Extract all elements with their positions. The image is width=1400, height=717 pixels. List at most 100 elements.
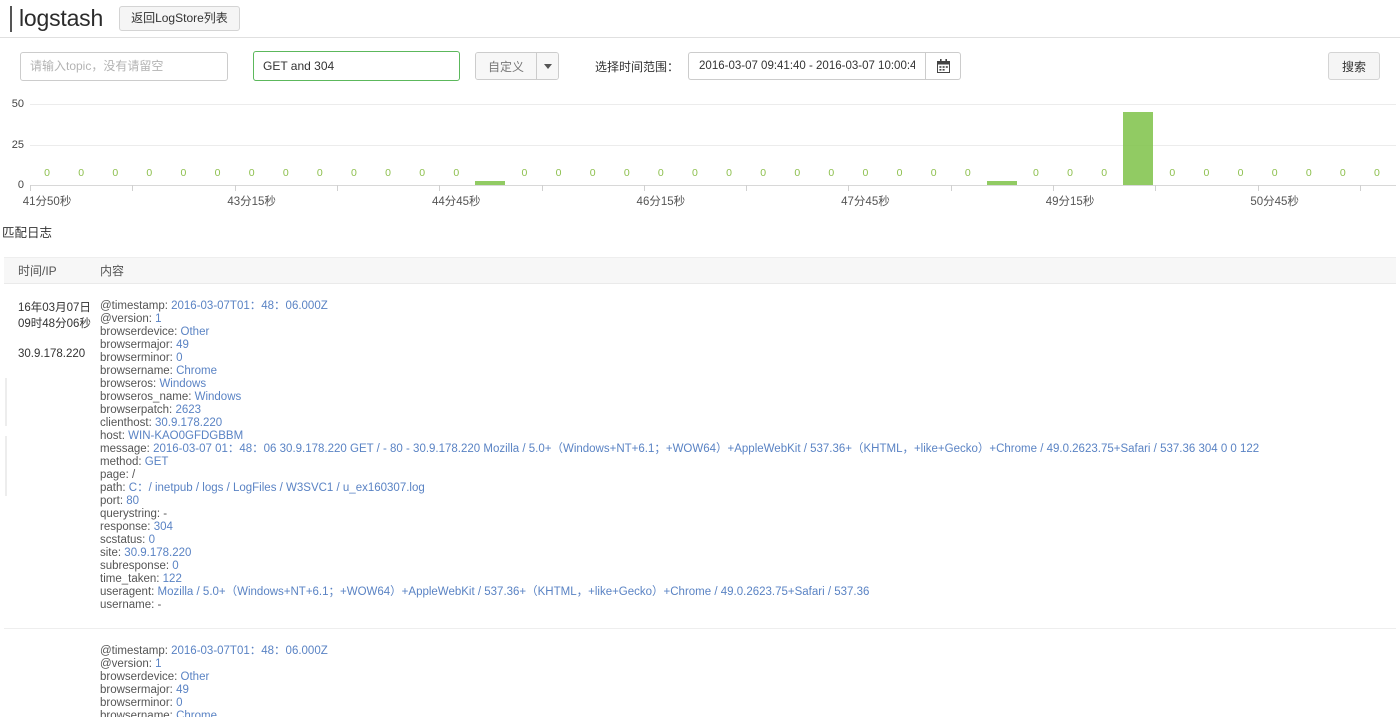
scroll-rail-top xyxy=(5,378,7,426)
chart-bar-value-label: 0 xyxy=(555,167,562,179)
chart-bar-value-label: 0 xyxy=(180,167,187,179)
table-row[interactable]: 16年03月07日 09时48分06秒 30.9.178.220 @timestamp… xyxy=(4,284,1396,629)
log-field-value[interactable]: 0 xyxy=(149,534,155,546)
log-field-key: browserdevice: xyxy=(100,671,181,683)
log-field-key: path: xyxy=(100,482,129,494)
log-field-value[interactable]: 2623 xyxy=(175,404,201,416)
search-toolbar: 自定义 选择时间范围： 搜索 xyxy=(0,38,1400,94)
x-axis-tick-label: 46分15秒 xyxy=(636,196,686,208)
log-field-value[interactable]: Chrome xyxy=(176,710,217,717)
query-input[interactable] xyxy=(253,51,460,81)
log-field: browserdevice: Other xyxy=(100,671,328,684)
y-axis-tick-label: 25 xyxy=(11,138,24,151)
chart-bar[interactable] xyxy=(1123,112,1154,185)
search-button[interactable]: 搜索 xyxy=(1327,52,1380,80)
time-range-input[interactable] xyxy=(688,52,926,80)
x-axis-minor-tick-mark xyxy=(746,185,748,191)
log-field-key: browserminor: xyxy=(100,352,177,364)
log-field-value[interactable]: C：/ inetpub / logs / LogFiles / W3SVC1 /… xyxy=(129,482,425,494)
log-field-value[interactable]: 2016-03-07T01：48：06.000Z xyxy=(171,645,328,657)
chart-bar-value-label: 0 xyxy=(1169,167,1176,179)
log-field: @timestamp: 2016-03-07T01：48：06.000Z xyxy=(100,645,328,658)
log-field-key: subresponse: xyxy=(100,560,173,572)
log-field-value[interactable]: Mozilla / 5.0+（Windows+NT+6.1；+WOW64）+Ap… xyxy=(158,586,870,598)
log-field: @version: 1 xyxy=(100,658,328,671)
log-field-value[interactable]: Chrome xyxy=(176,365,217,377)
x-axis-tick-mark xyxy=(234,185,236,191)
log-field-value[interactable]: 30.9.178.220 xyxy=(155,417,222,429)
log-field-value[interactable]: 0 xyxy=(176,352,182,364)
table-row[interactable]: @timestamp: 2016-03-07T01：48：06.000Z @ver… xyxy=(4,629,1396,717)
log-field-value[interactable]: Windows xyxy=(159,378,206,390)
chart-bar-value-label: 0 xyxy=(78,167,85,179)
log-field-key: @version: xyxy=(100,313,156,325)
chart-bar[interactable] xyxy=(986,181,1017,185)
chart-bar-value-label: 0 xyxy=(1067,167,1073,179)
log-field-value[interactable]: 0 xyxy=(172,560,178,572)
chart-bar-value-label: 0 xyxy=(760,167,767,179)
log-field-value[interactable]: WIN-KAO0GFDGBBM xyxy=(128,430,243,442)
log-field-value[interactable]: 122 xyxy=(163,573,182,585)
log-field-value[interactable]: 1 xyxy=(155,658,161,670)
log-field-value[interactable]: 80 xyxy=(126,495,139,507)
app-header: logstash 返回LogStore列表 xyxy=(0,0,1400,38)
log-field: browserpatch: 2623 xyxy=(100,404,1259,417)
log-field: browsermajor: 49 xyxy=(100,339,1259,352)
log-field-value[interactable]: 30.9.178.220 xyxy=(124,547,191,559)
log-field-value[interactable]: 2016-03-07T01：48：06.000Z xyxy=(171,300,328,312)
log-field: time_taken: 122 xyxy=(100,573,1259,586)
log-field: browseros: Windows xyxy=(100,378,1259,391)
log-field-value[interactable]: 2016-03-07 01：48：06 30.9.178.220 GET / -… xyxy=(153,443,1259,455)
chart-bar-value-label: 0 xyxy=(1203,167,1210,179)
chart-bar-value-label: 0 xyxy=(589,167,596,179)
log-field-value[interactable]: 49 xyxy=(176,684,189,696)
log-field: browserminor: 0 xyxy=(100,697,328,710)
log-field: scstatus: 0 xyxy=(100,534,1259,547)
log-content-cell: @timestamp: 2016-03-07T01：48：06.000Z @ver… xyxy=(96,645,328,717)
histogram-plot-area[interactable]: 0 25 50 0 0 0 0 0 0 0 0 0 0 0 0 0 0 0 0 0 0 0 0 0 0 0 0 0 0 0 0 0 0 0 0 0 0 0… xyxy=(0,94,1400,214)
log-field-key: response: xyxy=(100,521,154,533)
log-field-value[interactable]: 0 xyxy=(176,697,182,709)
log-field-value[interactable]: 304 xyxy=(154,521,173,533)
chart-bar-value-label: 0 xyxy=(930,167,937,179)
chart-bar-value-label: 0 xyxy=(1237,167,1244,179)
y-axis-tick-label: 50 xyxy=(11,98,24,110)
log-field-value[interactable]: GET xyxy=(145,456,169,468)
time-mode-select[interactable]: 自定义 xyxy=(475,52,560,80)
log-field-value[interactable]: Other xyxy=(181,326,210,338)
log-field: port: 80 xyxy=(100,495,1259,508)
chart-bar[interactable] xyxy=(475,181,506,185)
calendar-icon[interactable] xyxy=(925,52,962,80)
app-logo: logstash xyxy=(19,5,104,31)
x-axis-minor-tick-mark xyxy=(1155,185,1157,191)
x-axis-tick-label: 50分45秒 xyxy=(1250,196,1299,208)
log-field-value[interactable]: Other xyxy=(181,671,210,683)
chart-bar-value-label: 0 xyxy=(1033,167,1039,179)
log-field-value[interactable]: 49 xyxy=(176,339,189,351)
log-field-value: / xyxy=(131,469,136,481)
log-field-key: browsermajor: xyxy=(100,339,177,351)
chart-bar-value-label: 0 xyxy=(453,167,460,179)
chart-bar-value-label: 0 xyxy=(1271,167,1278,179)
log-field-value[interactable]: Windows xyxy=(195,391,242,403)
chart-bar-value-label: 0 xyxy=(1101,167,1108,179)
log-field-key: method: xyxy=(100,456,145,468)
gridline xyxy=(30,144,1396,146)
chevron-down-icon[interactable] xyxy=(536,53,559,79)
log-field: page: / xyxy=(100,469,1259,482)
column-header-time-ip: 时间/IP xyxy=(18,264,57,278)
chart-bar-value-label: 0 xyxy=(419,167,426,179)
log-field-value[interactable]: 1 xyxy=(155,313,161,325)
scroll-rail-bottom xyxy=(5,436,7,496)
y-axis-tick-label: 0 xyxy=(17,179,24,191)
log-field: querystring: - xyxy=(100,508,1259,521)
log-field-key: time_taken: xyxy=(100,573,163,585)
log-field: browseros_name: Windows xyxy=(100,391,1259,404)
log-field: browsername: Chrome xyxy=(100,365,1259,378)
x-axis-minor-tick-mark xyxy=(132,185,134,191)
back-to-logstore-list-button[interactable]: 返回LogStore列表 xyxy=(119,5,240,32)
gridline xyxy=(30,104,1396,105)
chart-bar-value-label: 0 xyxy=(623,167,630,179)
chart-bar-value-label: 0 xyxy=(248,167,255,179)
topic-input[interactable] xyxy=(20,51,228,81)
